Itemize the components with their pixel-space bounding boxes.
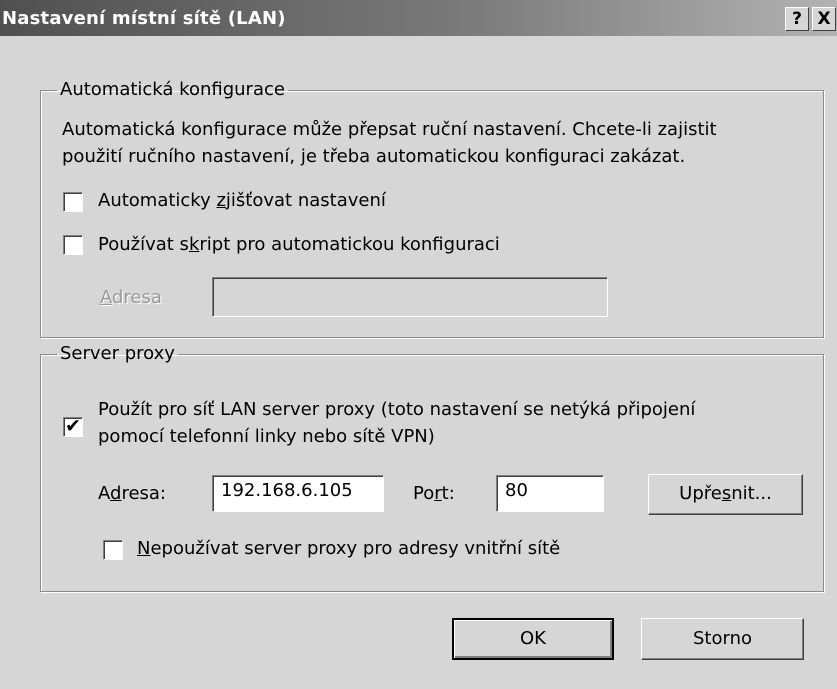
auto-detect-label[interactable]: Automaticky zjišťovat nastavení	[98, 188, 386, 213]
auto-config-description-line2: použití ručního nastavení, je třeba auto…	[62, 146, 686, 167]
bypass-local-checkbox[interactable]	[103, 540, 123, 560]
help-button[interactable]: ?	[785, 7, 809, 31]
use-script-label[interactable]: Používat skript pro automatickou konfigu…	[98, 232, 500, 257]
bypass-local-label[interactable]: Nepoužívat server proxy pro adresy vnitř…	[137, 536, 560, 561]
proxy-server-legend: Server proxy	[60, 343, 175, 364]
cancel-button[interactable]: Storno	[641, 618, 804, 660]
use-script-checkbox[interactable]	[63, 235, 83, 255]
proxy-address-input[interactable]: 192.168.6.105	[212, 475, 384, 512]
script-address-input[interactable]	[212, 277, 608, 317]
use-proxy-label-line1[interactable]: Použít pro síť LAN server proxy (toto na…	[98, 397, 695, 422]
proxy-port-label: Port:	[413, 483, 455, 504]
script-address-label: Adresa	[100, 287, 162, 308]
proxy-port-input[interactable]: 80	[496, 475, 604, 512]
checkmark-icon: ✔	[65, 415, 81, 437]
auto-detect-checkbox[interactable]	[63, 192, 83, 212]
lan-settings-dialog: Nastavení místní sítě (LAN) ? X Automati…	[0, 0, 837, 689]
advanced-button[interactable]: Upřesnit...	[648, 474, 803, 515]
use-proxy-checkbox[interactable]: ✔	[63, 415, 83, 437]
close-button[interactable]: X	[812, 7, 836, 31]
auto-config-legend: Automatická konfigurace	[60, 79, 285, 100]
ok-button[interactable]: OK	[452, 618, 614, 660]
proxy-address-label: Adresa:	[98, 483, 166, 504]
dialog-title: Nastavení místní sítě (LAN)	[2, 8, 286, 29]
title-bar[interactable]: Nastavení místní sítě (LAN) ? X	[0, 0, 837, 36]
use-proxy-label-line2[interactable]: pomocí telefonní linky nebo sítě VPN)	[98, 424, 435, 449]
auto-config-description-line1: Automatická konfigurace může přepsat ruč…	[62, 119, 717, 140]
